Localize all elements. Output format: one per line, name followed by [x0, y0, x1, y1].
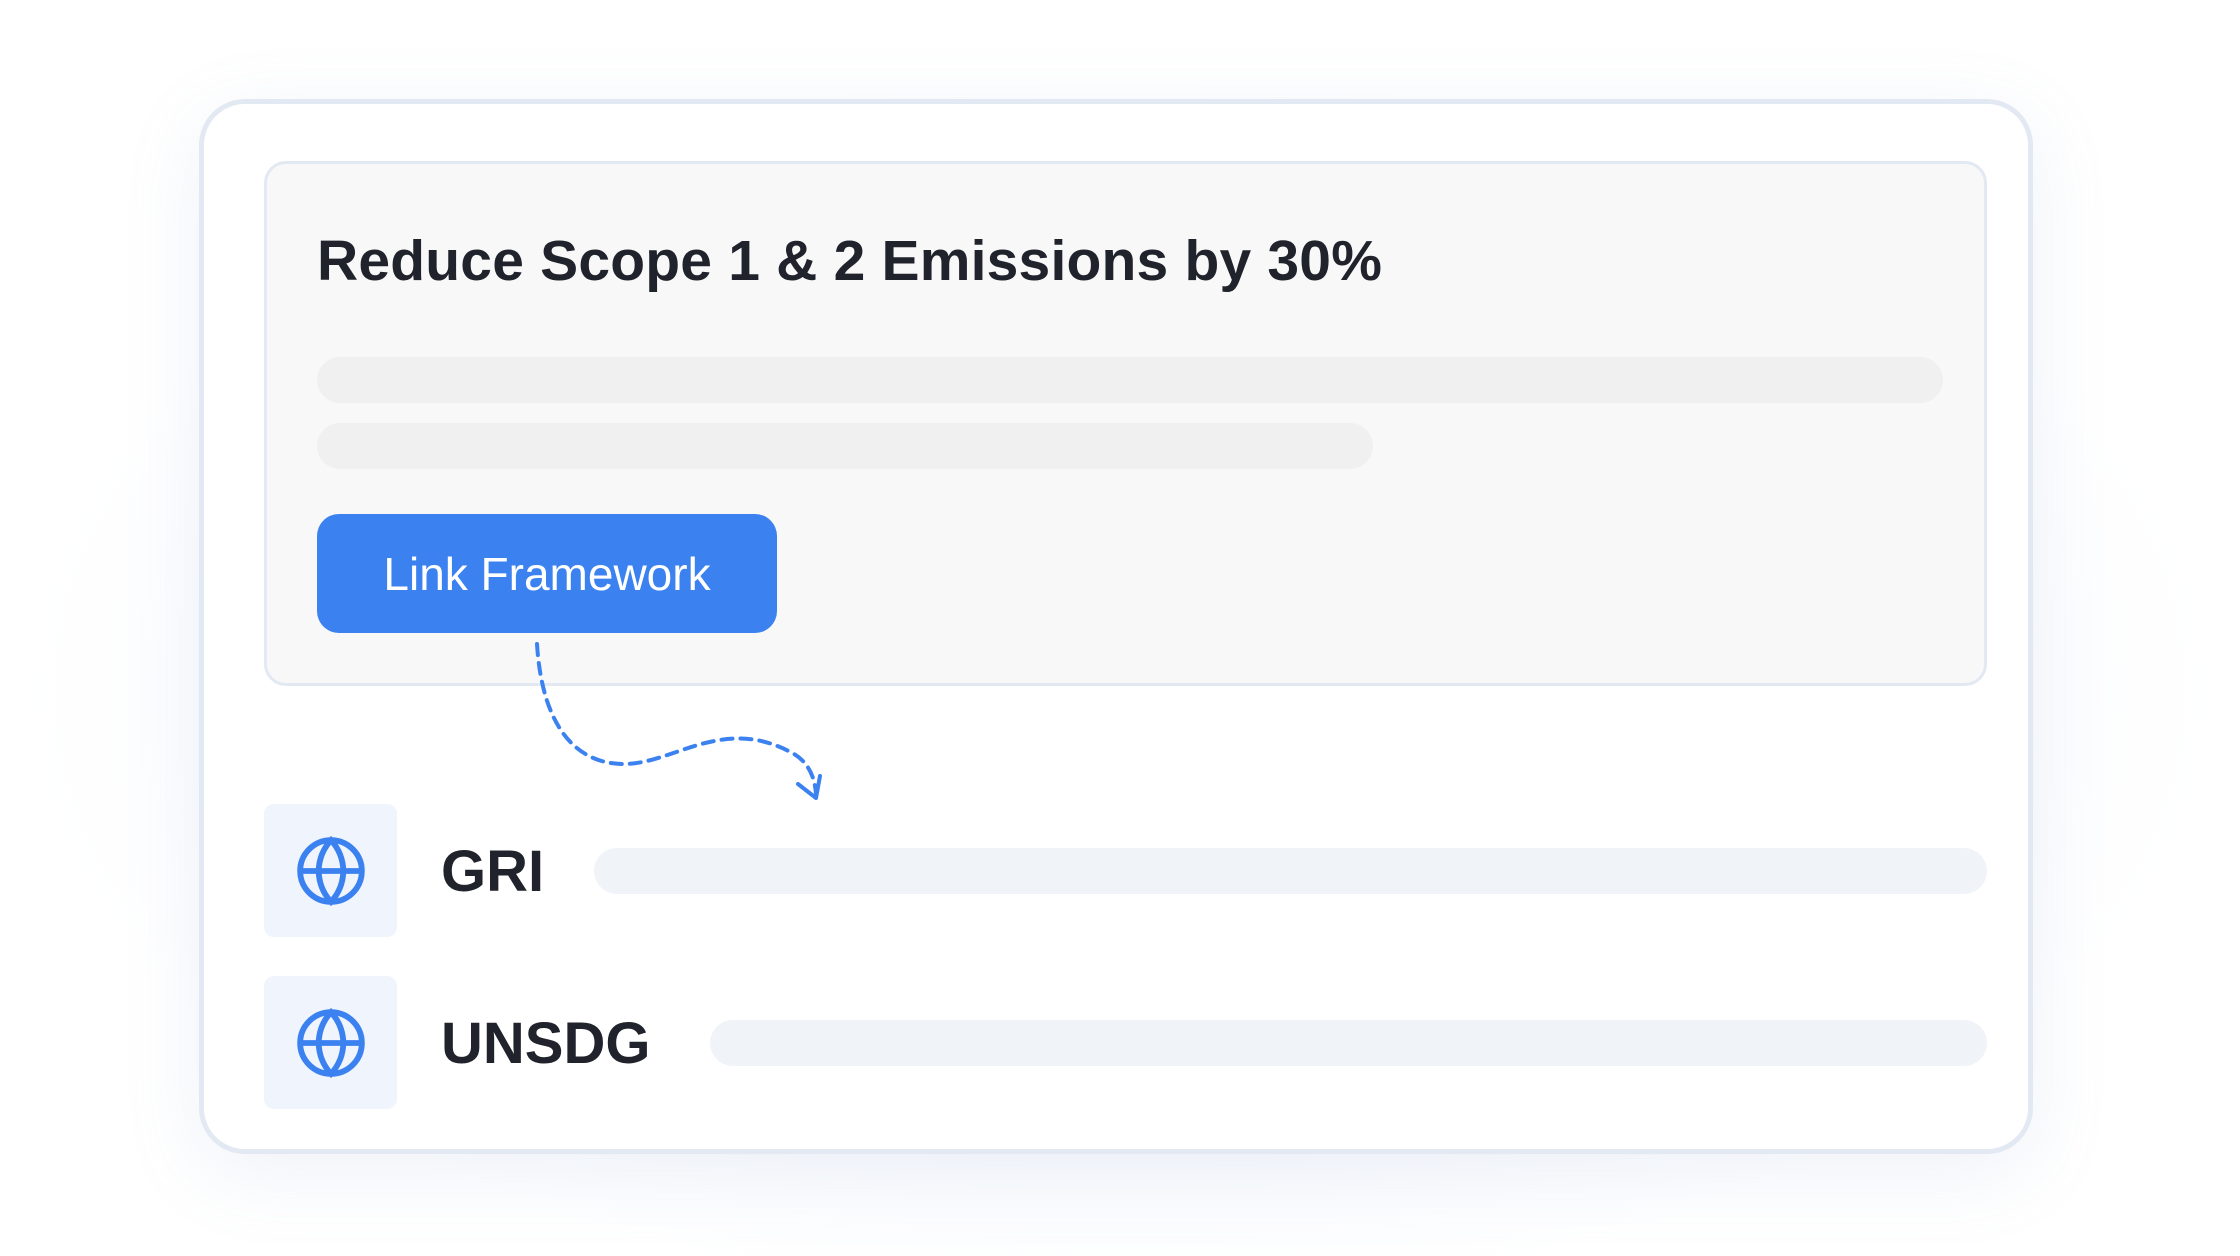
- goal-title: Reduce Scope 1 & 2 Emissions by 30%: [317, 229, 1383, 293]
- globe-icon-tile: [264, 976, 397, 1109]
- description-placeholder-line: [317, 423, 1373, 469]
- goal-card: Reduce Scope 1 & 2 Emissions by 30% Link…: [199, 99, 2033, 1154]
- goal-panel: Reduce Scope 1 & 2 Emissions by 30% Link…: [264, 161, 1987, 686]
- framework-placeholder-bar: [710, 1020, 1987, 1066]
- description-placeholder-line: [317, 357, 1943, 403]
- globe-icon: [296, 1007, 365, 1078]
- link-framework-button[interactable]: Link Framework: [317, 514, 777, 633]
- globe-icon-tile: [264, 804, 397, 937]
- framework-placeholder-bar: [594, 848, 1987, 894]
- framework-label: GRI: [441, 839, 545, 904]
- framework-row-unsdg[interactable]: UNSDG: [264, 976, 1987, 1109]
- arrowhead: [796, 774, 822, 800]
- globe-icon: [296, 835, 365, 906]
- framework-row-gri[interactable]: GRI: [264, 804, 1987, 937]
- framework-label: UNSDG: [441, 1011, 651, 1076]
